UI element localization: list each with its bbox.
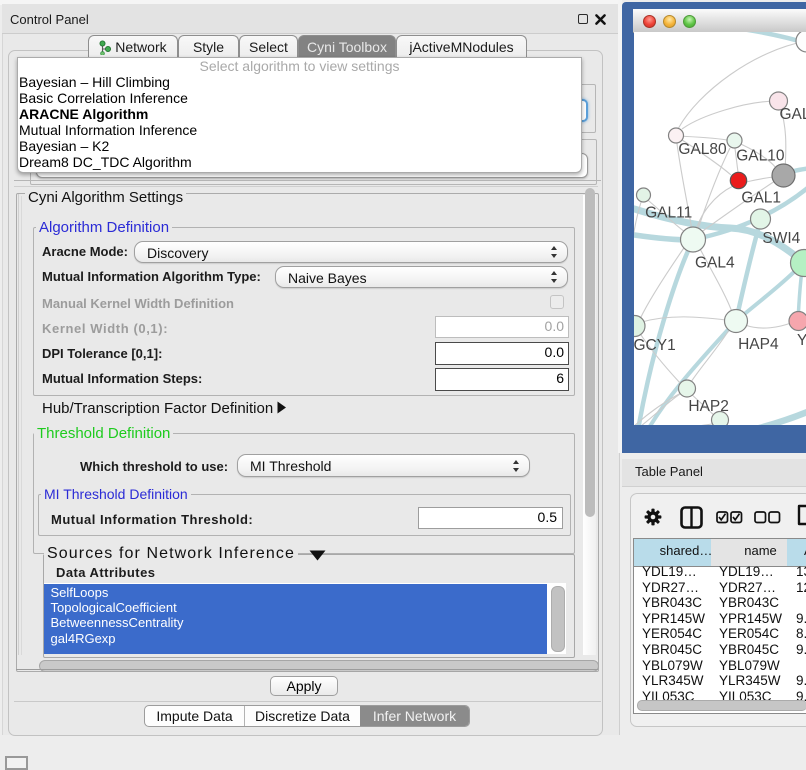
svg-text:HAP4: HAP4 [738, 336, 779, 353]
svg-text:GAL80: GAL80 [678, 141, 727, 158]
svg-text:Y: Y [797, 332, 806, 349]
svg-text:GAL10: GAL10 [736, 148, 785, 165]
svg-text:GCY1: GCY1 [634, 337, 676, 354]
svg-text:GAL1: GAL1 [741, 190, 781, 207]
svg-text:GAL4: GAL4 [695, 255, 735, 272]
svg-text:GAL: GAL [780, 106, 806, 123]
svg-text:SWI4: SWI4 [762, 230, 800, 247]
svg-text:HAP2: HAP2 [688, 398, 729, 415]
svg-text:GAL11: GAL11 [645, 205, 692, 222]
